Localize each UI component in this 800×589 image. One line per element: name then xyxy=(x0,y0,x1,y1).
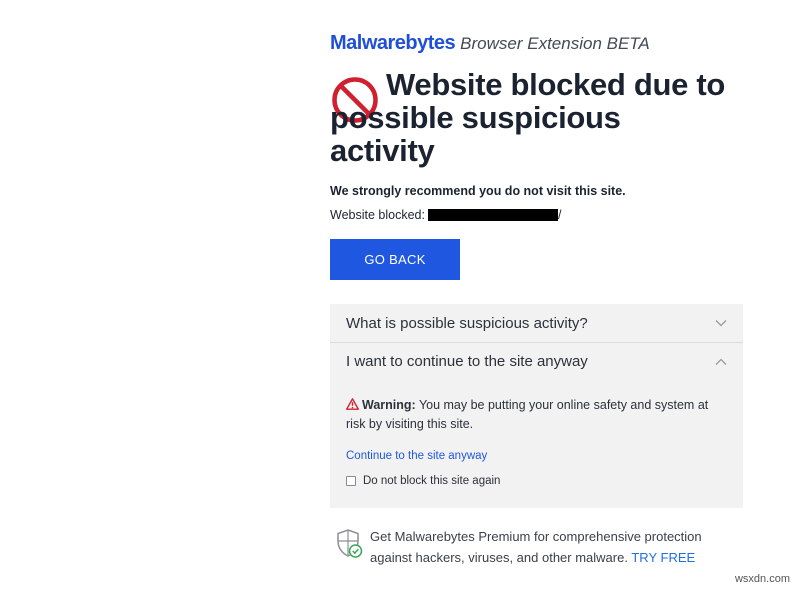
accordion-suspicious-activity[interactable]: What is possible suspicious activity? xyxy=(330,304,743,342)
premium-promo: Get Malwarebytes Premium for comprehensi… xyxy=(336,528,730,568)
continue-anyway-link[interactable]: Continue to the site anyway xyxy=(346,450,487,462)
malwarebytes-logo: Malwarebytes xyxy=(330,32,456,54)
blocked-site-label: Website blocked: xyxy=(330,208,425,222)
do-not-block-checkbox[interactable] xyxy=(346,476,356,486)
chevron-up-icon xyxy=(715,358,727,365)
try-free-link[interactable]: TRY FREE xyxy=(631,550,695,565)
warning-icon xyxy=(346,398,359,410)
go-back-button[interactable]: GO BACK xyxy=(330,239,460,280)
shield-check-icon xyxy=(337,529,363,558)
redacted-url xyxy=(427,209,558,221)
accordion-item-label: I want to continue to the site anyway xyxy=(346,353,588,370)
blocked-site-line: Website blocked: / xyxy=(330,208,561,222)
watermark: wsxdn.com xyxy=(734,573,790,585)
promo-message: Get Malwarebytes Premium for comprehensi… xyxy=(370,526,730,568)
do-not-block-option[interactable]: Do not block this site again xyxy=(346,475,500,487)
brand-header: Malwarebytes Browser Extension BETA xyxy=(330,32,650,55)
recommendation-text: We strongly recommend you do not visit t… xyxy=(330,184,626,198)
warning-title: Warning: xyxy=(362,398,416,412)
brand-subtitle: Browser Extension BETA xyxy=(460,34,650,53)
checkbox-label: Do not block this site again xyxy=(363,475,501,487)
chevron-down-icon xyxy=(715,320,727,327)
blocked-site-suffix: / xyxy=(557,208,562,222)
accordion-item-label: What is possible suspicious activity? xyxy=(346,314,588,332)
page-title: Website blocked due to possible suspicio… xyxy=(330,67,726,168)
info-panel: What is possible suspicious activity? I … xyxy=(330,304,743,508)
warning-message: Warning: You may be putting your online … xyxy=(346,396,716,434)
accordion-continue-anyway[interactable]: I want to continue to the site anyway xyxy=(330,342,743,380)
